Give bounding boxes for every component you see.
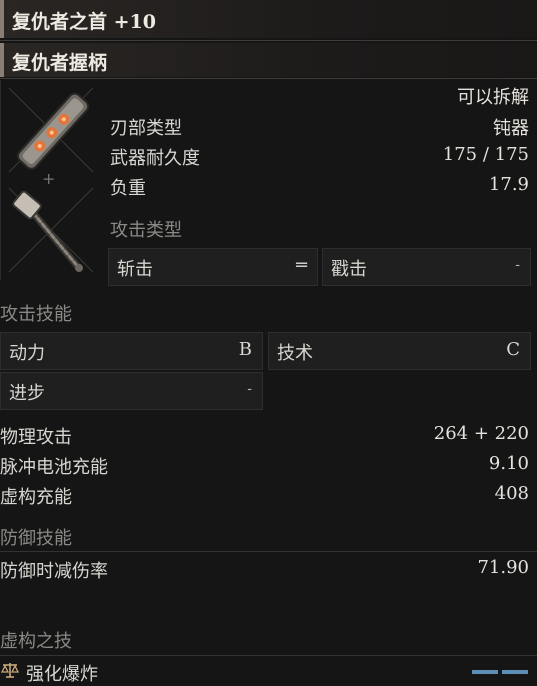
pulse-cell-label: 脉冲电池充能 (0, 457, 108, 478)
defense-divider (0, 551, 537, 552)
motivity-cell: 动力 B (0, 332, 263, 370)
motivity-grade: B (238, 339, 252, 360)
fable-arts-heading: 虚构之技 (0, 631, 72, 652)
blade-type-label: 刃部类型 (110, 118, 182, 139)
handle-divider (0, 78, 537, 79)
fable-cost-segment-1 (472, 670, 498, 674)
weapon-title-bar: 复仇者之首 +10 (0, 0, 537, 38)
advance-label: 进步 (9, 383, 45, 404)
handle-accent-bar (0, 43, 4, 77)
weapon-title: 复仇者之首 +10 (12, 11, 156, 33)
guard-reduction-label: 防御时减伤率 (0, 561, 108, 582)
durability-value: 175 / 175 (442, 144, 529, 165)
guard-reduction-value: 71.90 (477, 557, 529, 578)
handle-title-bar: 复仇者握柄 (0, 43, 537, 77)
motivity-label: 动力 (9, 343, 45, 364)
durability-label: 武器耐久度 (110, 148, 200, 169)
blade-image (16, 92, 90, 170)
fable-divider (0, 655, 537, 656)
fable-skill-name: 强化爆炸 (26, 664, 98, 685)
attack-type-heading: 攻击类型 (110, 220, 182, 241)
attack-type-thrust: 戳击 - (322, 248, 531, 286)
title-accent-bar (0, 0, 4, 38)
thrust-indicator: - (515, 257, 520, 273)
slash-label: 斩击 (117, 259, 153, 280)
handle-image (12, 190, 83, 272)
fable-charge-label: 虚构充能 (0, 487, 72, 508)
technique-cell: 技术 C (268, 332, 531, 370)
technique-label: 技术 (277, 343, 313, 364)
scale-icon (0, 660, 20, 684)
attack-type-slash: 斩击 ═ (108, 248, 318, 286)
handle-title: 复仇者握柄 (12, 52, 108, 74)
title-divider (0, 40, 537, 41)
blade-type-value: 钝器 (493, 118, 529, 139)
physical-attack-label: 物理攻击 (0, 427, 72, 448)
defense-heading: 防御技能 (0, 528, 72, 549)
fable-cost-segment-2 (502, 670, 528, 674)
physical-attack-value: 264 + 220 (433, 423, 529, 444)
attack-skill-heading: 攻击技能 (0, 304, 72, 325)
dismantle-label: 可以拆解 (457, 87, 529, 108)
pulse-cell-value: 9.10 (488, 453, 529, 474)
thrust-label: 戳击 (331, 259, 367, 280)
advance-grade: - (247, 381, 252, 397)
advance-cell: 进步 - (0, 372, 263, 410)
plus-sign: + (42, 169, 56, 188)
weight-label: 负重 (110, 178, 146, 199)
slash-indicator: ═ (296, 255, 307, 276)
fable-charge-value: 408 (494, 483, 529, 504)
weight-value: 17.9 (488, 174, 529, 195)
technique-grade: C (506, 339, 520, 360)
